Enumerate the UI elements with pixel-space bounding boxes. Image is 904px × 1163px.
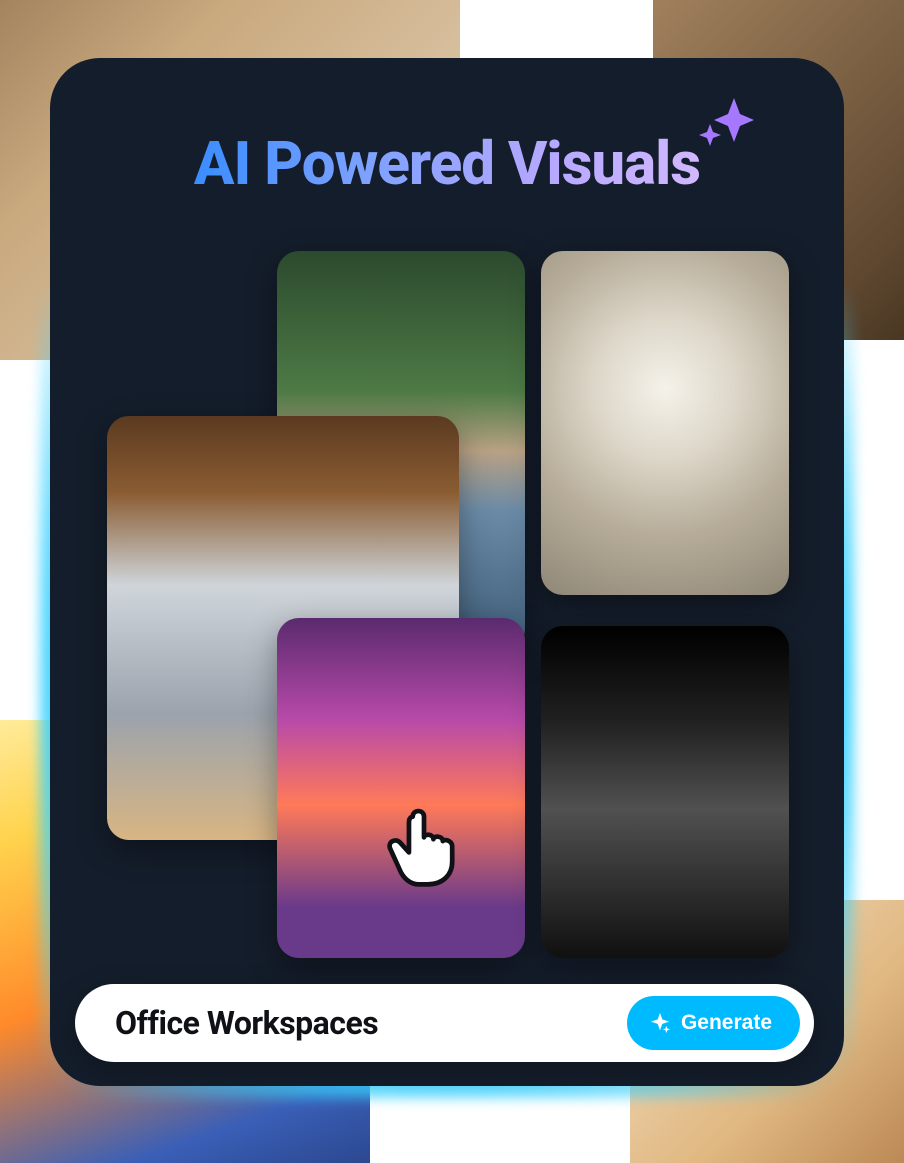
generate-button-label: Generate xyxy=(681,1011,772,1035)
hero-card: AI Powered Visuals Office Workspaces Gen… xyxy=(50,58,844,1086)
generate-button[interactable]: Generate xyxy=(627,996,800,1050)
gallery-image[interactable] xyxy=(277,618,525,958)
hero-title: AI Powered Visuals xyxy=(194,128,700,199)
sparkle-icon xyxy=(649,1012,671,1034)
gallery-image[interactable] xyxy=(541,626,789,958)
prompt-input[interactable]: Office Workspaces xyxy=(115,1004,378,1042)
hero-title-wrap: AI Powered Visuals xyxy=(50,128,844,199)
sparkle-icon xyxy=(696,92,756,152)
gallery-image[interactable] xyxy=(541,251,789,595)
pointer-cursor-icon xyxy=(377,796,471,890)
prompt-bar: Office Workspaces Generate xyxy=(75,984,814,1062)
